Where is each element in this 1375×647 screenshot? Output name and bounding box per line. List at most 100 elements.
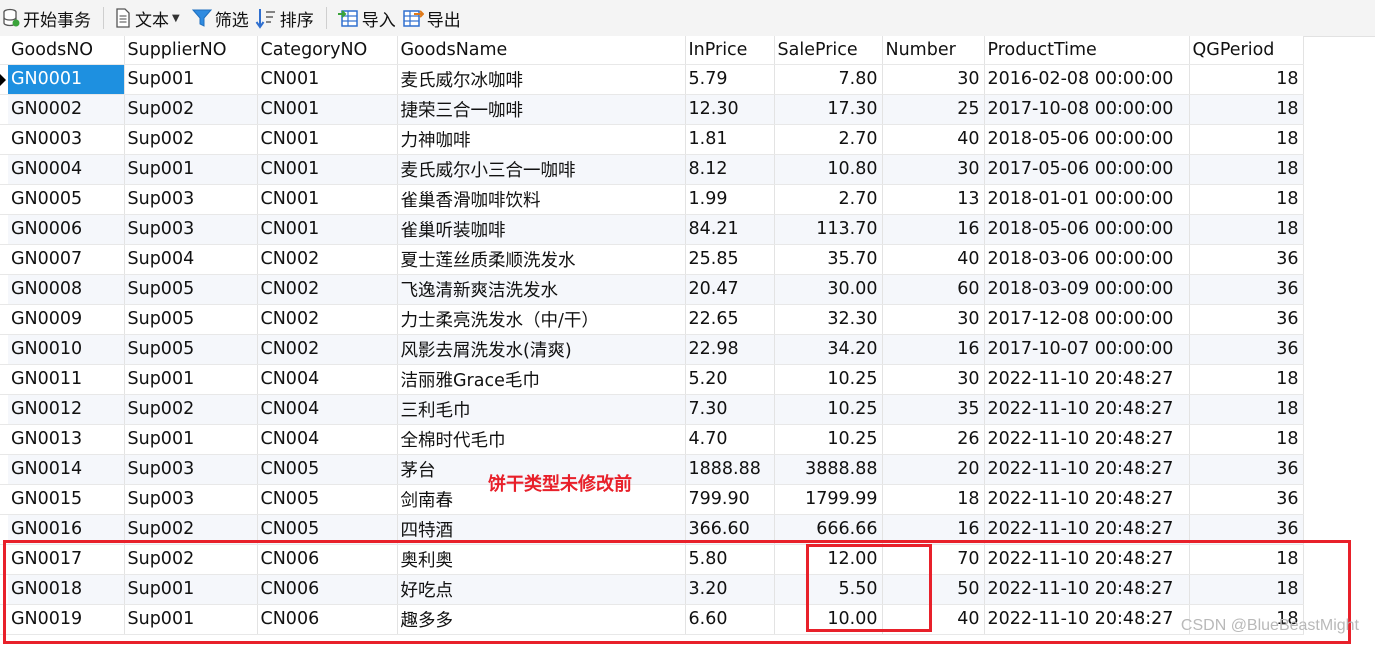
table-cell[interactable]: Sup001 (124, 424, 258, 455)
table-cell[interactable]: 2017-10-07 00:00:00 (984, 334, 1190, 365)
table-cell[interactable]: 20.47 (685, 274, 775, 305)
row-header[interactable] (0, 184, 8, 215)
table-cell[interactable]: 1.81 (685, 124, 775, 155)
table-cell[interactable]: 3888.88 (774, 454, 883, 485)
table-cell[interactable]: 30 (882, 364, 985, 395)
table-cell[interactable]: 力神咖啡 (397, 124, 686, 155)
table-cell[interactable]: GN0012 (8, 394, 125, 425)
row-header[interactable] (0, 394, 8, 425)
table-cell[interactable]: 1799.99 (774, 484, 883, 515)
table-cell[interactable]: 全棉时代毛巾 (397, 424, 686, 455)
table-cell[interactable]: 13 (882, 184, 985, 215)
table-cell[interactable]: 36 (1189, 304, 1304, 335)
table-row[interactable]: GN0011 Sup001 CN004 洁丽雅Grace毛巾 5.20 10.25 30 20… (0, 364, 1304, 395)
table-cell[interactable]: Sup002 (124, 94, 258, 125)
table-cell[interactable]: CN002 (257, 304, 398, 335)
table-cell[interactable]: 10.25 (774, 394, 883, 425)
table-cell[interactable]: 2022-11-10 20:48:27 (984, 364, 1190, 395)
table-row[interactable]: GN0004 Sup001 CN001 麦氏威尔小三合一咖啡 8.12 10.80 30 20… (0, 154, 1304, 185)
table-cell[interactable]: 25 (882, 94, 985, 125)
table-cell[interactable]: Sup003 (124, 214, 258, 245)
table-row[interactable]: GN0015 Sup003 CN005 剑南春 799.90 1799.99 18 2022-… (0, 484, 1304, 515)
table-cell[interactable]: 雀巢香滑咖啡饮料 (397, 184, 686, 215)
column-header[interactable]: SalePrice (774, 36, 883, 65)
table-cell[interactable]: 2017-12-08 00:00:00 (984, 304, 1190, 335)
row-header[interactable] (0, 124, 8, 155)
table-cell[interactable]: GN0005 (8, 184, 125, 215)
table-cell[interactable]: CN001 (257, 184, 398, 215)
table-cell[interactable]: Sup005 (124, 274, 258, 305)
table-cell[interactable]: CN002 (257, 244, 398, 275)
table-cell[interactable]: 洁丽雅Grace毛巾 (397, 364, 686, 395)
table-cell[interactable]: 1.99 (685, 184, 775, 215)
row-header[interactable] (0, 244, 8, 275)
table-cell[interactable]: Sup002 (124, 124, 258, 155)
table-row[interactable]: GN0006 Sup003 CN001 雀巢听装咖啡 84.21 113.70 16 2018… (0, 214, 1304, 245)
row-header[interactable] (0, 364, 8, 395)
table-row[interactable]: GN0003 Sup002 CN001 力神咖啡 1.81 2.70 40 2018-05-0… (0, 124, 1304, 155)
table-row[interactable]: GN0007 Sup004 CN002 夏士莲丝质柔顺洗发水 25.85 35.70 40 2… (0, 244, 1304, 275)
table-row[interactable]: GN0008 Sup005 CN002 飞逸清新爽洁洗发水 20.47 30.00 60 20… (0, 274, 1304, 305)
table-cell[interactable]: GN0007 (8, 244, 125, 275)
table-cell[interactable]: 飞逸清新爽洁洗发水 (397, 274, 686, 305)
row-header[interactable] (0, 64, 8, 95)
row-header[interactable] (0, 454, 8, 485)
row-header[interactable] (0, 274, 8, 305)
table-cell[interactable]: 2017-05-06 00:00:00 (984, 154, 1190, 185)
table-cell[interactable]: CN001 (257, 154, 398, 185)
table-cell[interactable]: CN004 (257, 364, 398, 395)
table-cell[interactable]: Sup001 (124, 364, 258, 395)
table-cell[interactable]: 16 (882, 334, 985, 365)
table-cell[interactable]: CN001 (257, 214, 398, 245)
column-header[interactable]: GoodsNO (8, 36, 125, 65)
table-cell[interactable]: 16 (882, 214, 985, 245)
table-cell[interactable]: 35.70 (774, 244, 883, 275)
table-cell[interactable]: 7.30 (685, 394, 775, 425)
table-cell[interactable]: GN0013 (8, 424, 125, 455)
table-cell[interactable]: GN0011 (8, 364, 125, 395)
row-header[interactable] (0, 424, 8, 455)
table-cell[interactable]: GN0010 (8, 334, 125, 365)
table-cell[interactable]: 2022-11-10 20:48:27 (984, 454, 1190, 485)
chevron-down-icon[interactable]: ▼ (172, 13, 180, 24)
table-cell[interactable]: 10.25 (774, 424, 883, 455)
table-cell[interactable]: 34.20 (774, 334, 883, 365)
table-cell[interactable]: 36 (1189, 334, 1304, 365)
table-cell[interactable]: CN002 (257, 334, 398, 365)
table-cell[interactable]: 风影去屑洗发水(清爽) (397, 334, 686, 365)
table-cell[interactable]: 三利毛巾 (397, 394, 686, 425)
sort-button[interactable]: 排序 (253, 0, 318, 36)
table-cell[interactable]: Sup005 (124, 304, 258, 335)
table-cell[interactable]: CN004 (257, 424, 398, 455)
row-header[interactable] (0, 304, 8, 335)
table-cell[interactable]: 113.70 (774, 214, 883, 245)
table-cell[interactable]: 25.85 (685, 244, 775, 275)
table-cell[interactable]: 2018-05-06 00:00:00 (984, 124, 1190, 155)
table-cell[interactable]: 捷荣三合一咖啡 (397, 94, 686, 125)
table-cell[interactable]: Sup003 (124, 454, 258, 485)
row-header[interactable] (0, 214, 8, 245)
table-cell[interactable]: 2018-03-09 00:00:00 (984, 274, 1190, 305)
table-row[interactable]: GN0001 Sup001 CN001 麦氏威尔冰咖啡 5.79 7.80 30 2016-0… (0, 64, 1304, 95)
table-cell[interactable]: GN0004 (8, 154, 125, 185)
table-cell[interactable]: 麦氏威尔冰咖啡 (397, 64, 686, 95)
table-cell[interactable]: 麦氏威尔小三合一咖啡 (397, 154, 686, 185)
table-cell[interactable]: 22.65 (685, 304, 775, 335)
table-cell[interactable]: 18 (1189, 214, 1304, 245)
table-cell[interactable]: Sup004 (124, 244, 258, 275)
column-header[interactable]: InPrice (685, 36, 775, 65)
table-cell[interactable]: CN004 (257, 394, 398, 425)
table-cell[interactable]: 18 (1189, 364, 1304, 395)
table-cell[interactable]: 2022-11-10 20:48:27 (984, 484, 1190, 515)
table-cell[interactable]: 20 (882, 454, 985, 485)
column-header[interactable]: Number (882, 36, 985, 65)
table-cell[interactable]: GN0009 (8, 304, 125, 335)
column-header[interactable]: QGPeriod (1189, 36, 1304, 65)
column-header[interactable]: ProductTime (984, 36, 1190, 65)
column-header[interactable]: CategoryNO (257, 36, 398, 65)
table-cell[interactable]: 5.79 (685, 64, 775, 95)
table-cell[interactable]: GN0006 (8, 214, 125, 245)
table-cell[interactable]: Sup003 (124, 484, 258, 515)
table-cell[interactable]: CN001 (257, 124, 398, 155)
table-cell[interactable]: 32.30 (774, 304, 883, 335)
